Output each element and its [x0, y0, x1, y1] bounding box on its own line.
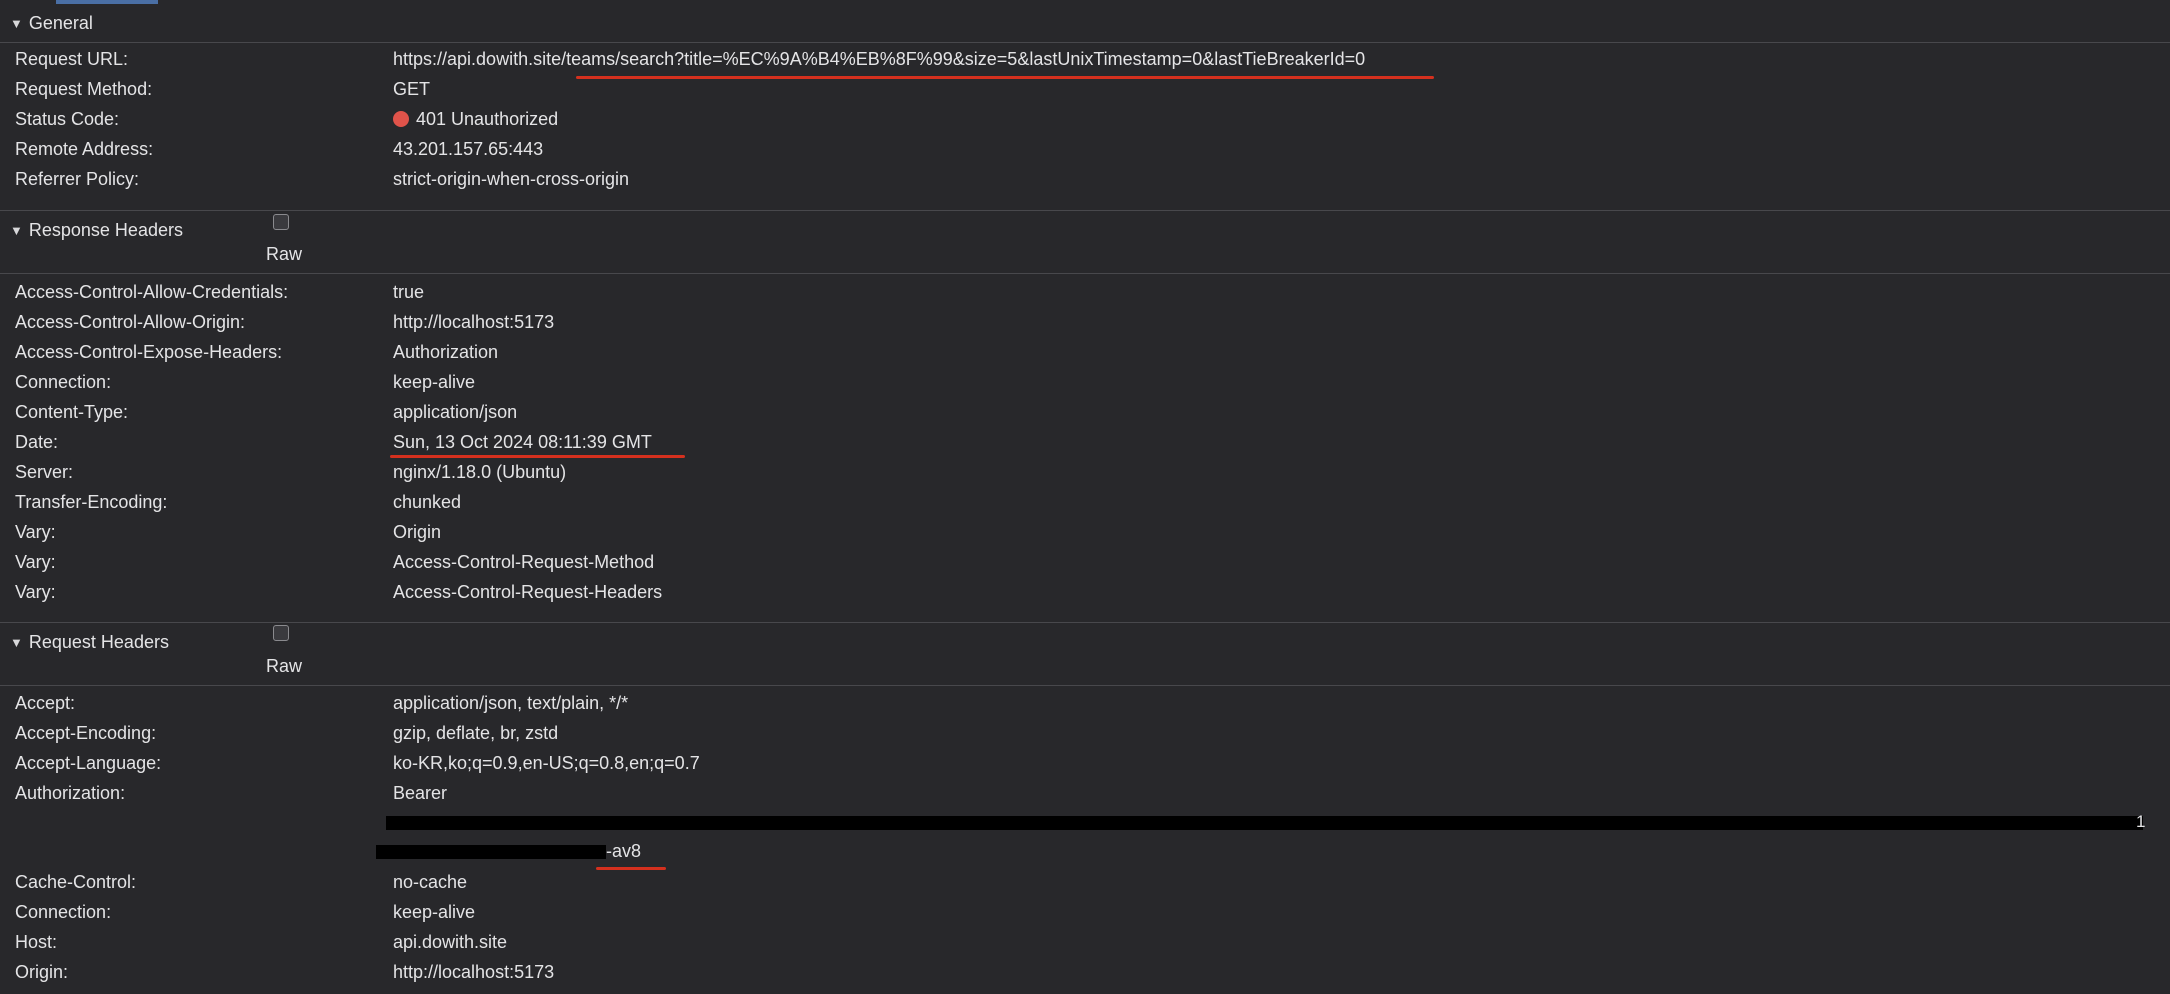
row-value: http://localhost:5173	[393, 962, 555, 982]
row-key: Connection:	[15, 902, 112, 922]
request-row: Connection: keep-alive	[0, 902, 2170, 932]
row-key: Access-Control-Expose-Headers:	[15, 342, 283, 362]
row-value: api.dowith.site	[393, 932, 508, 952]
response-headers-toggle[interactable]: ▼ Response Headers	[10, 220, 183, 241]
triangle-down-icon: ▼	[10, 16, 23, 31]
request-raw-label[interactable]: Raw	[266, 656, 302, 677]
row-value: Origin	[393, 522, 442, 542]
row-key: Status Code:	[15, 109, 120, 129]
request-row: Accept: application/json, text/plain, */…	[0, 693, 2170, 723]
row-key: Date:	[15, 432, 59, 452]
response-row: Transfer-Encoding: chunked	[0, 492, 2170, 522]
row-value: http://localhost:5173	[393, 312, 555, 332]
general-row-referrer-policy: Referrer Policy: strict-origin-when-cros…	[0, 169, 2170, 199]
status-text: 401 Unauthorized	[416, 109, 559, 129]
row-value: Authorization	[393, 342, 499, 362]
request-row-authorization: Authorization: Bearer	[0, 783, 2170, 813]
row-value: keep-alive	[393, 372, 476, 392]
response-row: Server: nginx/1.18.0 (Ubuntu)	[0, 462, 2170, 492]
section-divider	[0, 210, 2170, 211]
row-key: Vary:	[15, 552, 56, 572]
row-key: Accept:	[15, 693, 76, 713]
response-headers-title: Response Headers	[28, 220, 183, 240]
request-headers-toggle[interactable]: ▼ Request Headers	[10, 632, 169, 653]
response-row: Connection: keep-alive	[0, 372, 2170, 402]
section-divider	[0, 685, 2170, 686]
response-row: Access-Control-Expose-Headers: Authoriza…	[0, 342, 2170, 372]
row-value: Bearer	[393, 783, 448, 803]
row-key: Server:	[15, 462, 74, 482]
response-raw-checkbox[interactable]	[273, 214, 289, 230]
row-key: Remote Address:	[15, 139, 154, 159]
row-key: Accept-Language:	[15, 753, 162, 773]
response-row: Content-Type: application/json	[0, 402, 2170, 432]
general-row-request-url: Request URL: https://api.dowith.site/tea…	[0, 49, 2170, 79]
row-value: Access-Control-Request-Headers	[393, 582, 663, 602]
token-tail-text: -av8	[606, 841, 642, 861]
row-key: Vary:	[15, 582, 56, 602]
row-key: Access-Control-Allow-Origin:	[15, 312, 246, 332]
row-key: Connection:	[15, 372, 112, 392]
general-toggle[interactable]: ▼ General	[10, 13, 93, 34]
redacted-token-line-1	[386, 816, 2143, 830]
response-row: Access-Control-Allow-Credentials: true	[0, 282, 2170, 312]
response-raw-label[interactable]: Raw	[266, 244, 302, 265]
row-value: application/json	[393, 402, 518, 422]
row-value: ko-KR,ko;q=0.9,en-US;q=0.8,en;q=0.7	[393, 753, 700, 773]
row-key: Authorization:	[15, 783, 126, 803]
request-row: Accept-Encoding: gzip, deflate, br, zstd	[0, 723, 2170, 753]
row-value: GET	[393, 79, 431, 99]
row-value: https://api.dowith.site/teams/search?tit…	[393, 49, 1366, 69]
row-key: Cache-Control:	[15, 872, 137, 892]
row-key: Transfer-Encoding:	[15, 492, 168, 512]
triangle-down-icon: ▼	[10, 223, 23, 238]
section-divider	[0, 273, 2170, 274]
row-key: Origin:	[15, 962, 69, 982]
section-divider	[0, 622, 2170, 623]
row-key: Content-Type:	[15, 402, 129, 422]
general-section-header[interactable]: ▼ General	[0, 4, 2170, 43]
row-value: true	[393, 282, 425, 302]
request-row: Host: api.dowith.site	[0, 932, 2170, 962]
status-value: 401 Unauthorized	[393, 109, 558, 130]
response-row: Access-Control-Allow-Origin: http://loca…	[0, 312, 2170, 342]
triangle-down-icon: ▼	[10, 635, 23, 650]
status-error-icon	[393, 111, 409, 127]
row-value: 43.201.157.65:443	[393, 139, 544, 159]
row-value: application/json, text/plain, */*	[393, 693, 629, 713]
row-value: keep-alive	[393, 902, 476, 922]
token-annotation-underline	[596, 867, 666, 870]
request-row: Cache-Control: no-cache	[0, 872, 2170, 902]
row-value: chunked	[393, 492, 462, 512]
token-tail-char: 1	[2136, 812, 2146, 831]
row-value: strict-origin-when-cross-origin	[393, 169, 630, 189]
row-value: Access-Control-Request-Method	[393, 552, 655, 572]
request-headers-title: Request Headers	[28, 632, 169, 652]
row-value: gzip, deflate, br, zstd	[393, 723, 559, 743]
general-row-remote-address: Remote Address: 43.201.157.65:443	[0, 139, 2170, 169]
row-value: nginx/1.18.0 (Ubuntu)	[393, 462, 567, 482]
request-raw-checkbox[interactable]	[273, 625, 289, 641]
row-key: Vary:	[15, 522, 56, 542]
redacted-token-line-2	[376, 845, 606, 859]
row-value: no-cache	[393, 872, 468, 892]
date-annotation-underline	[390, 455, 685, 458]
row-value: Sun, 13 Oct 2024 08:11:39 GMT	[393, 432, 652, 452]
general-row-request-method: Request Method: GET	[0, 79, 2170, 109]
row-key: Access-Control-Allow-Credentials:	[15, 282, 289, 302]
response-row-date: Date: Sun, 13 Oct 2024 08:11:39 GMT	[0, 432, 2170, 462]
row-key: Host:	[15, 932, 58, 952]
row-key: Request URL:	[15, 49, 129, 69]
response-row: Vary: Origin	[0, 522, 2170, 552]
general-row-status-code: Status Code: 401 Unauthorized	[0, 109, 2170, 139]
row-key: Referrer Policy:	[15, 169, 140, 189]
row-key: Accept-Encoding:	[15, 723, 157, 743]
general-title: General	[28, 13, 93, 33]
request-row: Origin: http://localhost:5173	[0, 962, 2170, 992]
request-row: Accept-Language: ko-KR,ko;q=0.9,en-US;q=…	[0, 753, 2170, 783]
row-key: Request Method:	[15, 79, 153, 99]
response-row: Vary: Access-Control-Request-Method	[0, 552, 2170, 582]
response-row: Vary: Access-Control-Request-Headers	[0, 582, 2170, 612]
